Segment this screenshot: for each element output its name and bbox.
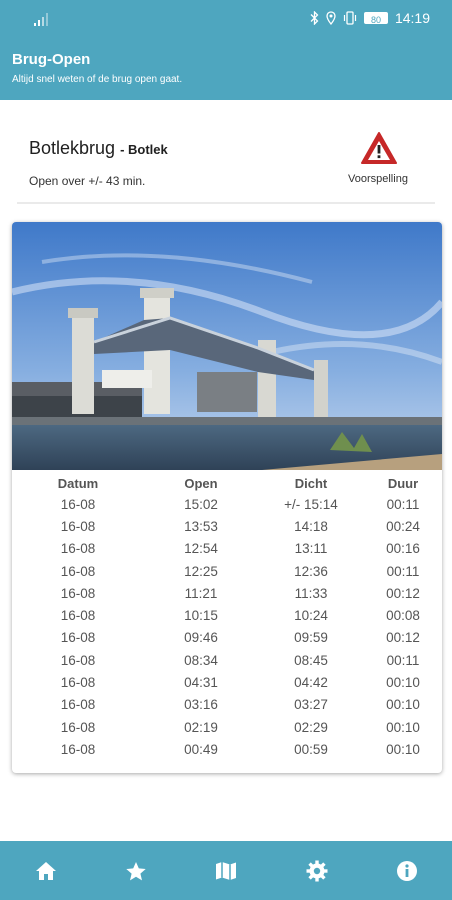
schedule-card: Datum Open Dicht Duur 16-08 15:02 +/- 15:1… — [12, 222, 442, 773]
status-bar: 80 14:19 — [0, 0, 452, 38]
cell-duration: 00:10 — [386, 719, 420, 735]
cell-date: 16-08 — [60, 741, 96, 757]
bridge-location: - Botlek — [120, 142, 168, 157]
table-row: 16-08 11:21 11:33 00:12 — [12, 582, 442, 604]
cell-duration: 00:10 — [386, 741, 420, 757]
warning-icon[interactable] — [360, 131, 398, 165]
table-row: 16-08 00:49 00:59 00:10 — [12, 738, 442, 760]
table-row: 16-08 02:19 02:29 00:10 — [12, 716, 442, 738]
app-subtitle: Altijd snel weten of de brug open gaat. — [12, 74, 183, 85]
table-row: 16-08 03:16 03:27 00:10 — [12, 694, 442, 716]
cell-date: 16-08 — [60, 563, 96, 579]
column-header-duration: Duur — [387, 475, 419, 491]
battery-indicator: 80 — [363, 12, 388, 25]
battery-level: 80 — [370, 15, 381, 25]
cell-date: 16-08 — [60, 585, 96, 601]
nav-map-button[interactable] — [214, 859, 238, 883]
cell-closed: +/- 15:14 — [284, 496, 338, 512]
cell-closed: 03:27 — [294, 697, 328, 713]
app-title: Brug-Open — [12, 51, 91, 68]
cell-closed: 04:42 — [294, 675, 328, 691]
cell-closed: 11:33 — [294, 585, 328, 601]
table-row: 16-08 15:02 +/- 15:14 00:11 — [12, 493, 442, 515]
cell-date: 16-08 — [60, 697, 96, 713]
column-header-date: Datum — [57, 475, 99, 491]
cell-date: 16-08 — [60, 608, 96, 624]
table-row: 16-08 10:15 10:24 00:08 — [12, 604, 442, 626]
cell-closed: 08:45 — [294, 652, 328, 668]
home-icon — [36, 862, 56, 880]
bridge-title: Botlekbrug - Botlek — [29, 138, 168, 159]
nav-favorites-button[interactable] — [124, 859, 148, 883]
cell-closed: 09:59 — [294, 630, 328, 646]
map-icon — [216, 862, 236, 880]
cell-open: 12:25 — [184, 563, 218, 579]
bridge-photo — [12, 222, 442, 470]
table-row: 16-08 08:34 08:45 00:11 — [12, 649, 442, 671]
cell-open: 10:15 — [184, 608, 218, 624]
cell-duration: 00:16 — [386, 541, 420, 557]
cell-closed: 10:24 — [294, 608, 328, 624]
cell-date: 16-08 — [60, 630, 96, 646]
cell-closed: 00:59 — [294, 741, 328, 757]
cell-open: 00:49 — [184, 741, 218, 757]
cell-open: 09:46 — [184, 630, 218, 646]
nav-home-button[interactable] — [34, 859, 58, 883]
cell-open: 13:53 — [184, 518, 218, 534]
cell-open: 11:21 — [184, 585, 218, 601]
table-header: Datum Open Dicht Duur — [12, 473, 442, 493]
bottom-navigation — [0, 841, 452, 900]
cell-open: 12:54 — [184, 541, 218, 557]
signal-icon — [34, 13, 48, 26]
cell-duration: 00:08 — [386, 608, 420, 624]
app-header: 80 14:19 Brug-Open Altijd snel weten of … — [0, 0, 452, 100]
star-icon — [126, 861, 146, 880]
cell-duration: 00:10 — [386, 697, 420, 713]
column-header-closed: Dicht — [294, 475, 328, 491]
open-countdown: Open over +/- 43 min. — [29, 174, 146, 188]
info-icon — [397, 861, 417, 881]
schedule-table: Datum Open Dicht Duur 16-08 15:02 +/- 15:1… — [12, 473, 442, 761]
cell-date: 16-08 — [60, 652, 96, 668]
table-row: 16-08 04:31 04:42 00:10 — [12, 671, 442, 693]
cell-duration: 00:11 — [386, 496, 420, 512]
cell-duration: 00:12 — [386, 585, 420, 601]
cell-duration: 00:12 — [386, 630, 420, 646]
cell-closed: 13:11 — [294, 541, 328, 557]
table-row: 16-08 13:53 14:18 00:24 — [12, 515, 442, 537]
cell-date: 16-08 — [60, 518, 96, 534]
nav-settings-button[interactable] — [305, 859, 329, 883]
clock: 14:19 — [394, 10, 430, 26]
cell-open: 03:16 — [184, 697, 218, 713]
cell-duration: 00:11 — [386, 563, 420, 579]
table-row: 16-08 12:54 13:11 00:16 — [12, 538, 442, 560]
cell-date: 16-08 — [60, 496, 96, 512]
cell-duration: 00:10 — [386, 675, 420, 691]
bluetooth-icon — [310, 11, 319, 25]
location-icon — [326, 11, 336, 25]
cell-date: 16-08 — [60, 541, 96, 557]
vibrate-icon — [343, 11, 357, 25]
gear-icon — [306, 860, 328, 882]
cell-duration: 00:24 — [386, 518, 420, 534]
cell-open: 02:19 — [184, 719, 218, 735]
cell-closed: 14:18 — [294, 518, 328, 534]
bridge-info: Botlekbrug - Botlek Open over +/- 43 min… — [17, 118, 435, 204]
cell-date: 16-08 — [60, 719, 96, 735]
cell-open: 08:34 — [184, 652, 218, 668]
cell-open: 15:02 — [184, 496, 218, 512]
cell-closed: 12:36 — [294, 563, 328, 579]
table-row: 16-08 09:46 09:59 00:12 — [12, 627, 442, 649]
table-row: 16-08 12:25 12:36 00:11 — [12, 560, 442, 582]
forecast-label: Voorspelling — [348, 173, 408, 185]
cell-duration: 00:11 — [386, 652, 420, 668]
cell-closed: 02:29 — [294, 719, 328, 735]
nav-info-button[interactable] — [395, 859, 419, 883]
cell-open: 04:31 — [184, 675, 218, 691]
column-header-open: Open — [184, 475, 218, 491]
bridge-name: Botlekbrug — [29, 138, 116, 158]
cell-date: 16-08 — [60, 675, 96, 691]
